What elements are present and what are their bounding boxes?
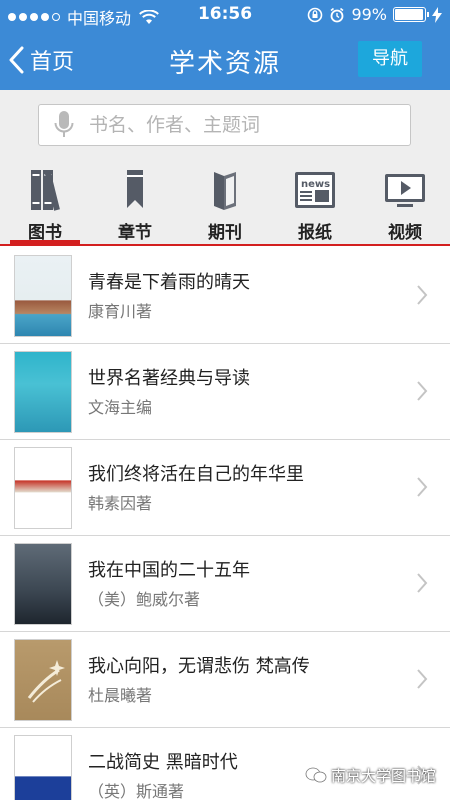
search-box[interactable] xyxy=(38,104,411,146)
tab-newspapers[interactable]: news 报纸 xyxy=(270,166,360,244)
tab-videos[interactable]: 视频 xyxy=(360,166,450,244)
book-title: 青春是下着雨的晴天 xyxy=(88,272,250,293)
book-list-item[interactable]: 我们终将活在自己的年华里 韩素因著 xyxy=(0,440,450,536)
chevron-right-icon xyxy=(417,669,428,689)
active-tab-indicator xyxy=(10,240,80,244)
newspaper-icon: news xyxy=(295,172,335,208)
book-author: 文海主编 xyxy=(88,398,153,417)
book-cover-image xyxy=(14,351,72,433)
rotation-lock-icon xyxy=(308,7,323,22)
tab-label: 章节 xyxy=(118,223,152,243)
navigation-bar: 首页 学术资源 导航 xyxy=(0,30,450,90)
battery-percent: 99% xyxy=(351,5,387,24)
book-title: 二战简史 黑暗时代 xyxy=(88,752,238,773)
chevron-right-icon xyxy=(417,285,428,305)
book-cover-image xyxy=(14,255,72,337)
charging-icon xyxy=(432,6,442,23)
book-author: 韩素因著 xyxy=(88,494,153,513)
chevron-right-icon xyxy=(417,477,428,497)
book-list-item[interactable]: 世界名著经典与导读 文海主编 xyxy=(0,344,450,440)
battery-icon xyxy=(393,7,429,22)
book-title: 我在中国的二十五年 xyxy=(88,560,250,581)
tab-chapters[interactable]: 章节 xyxy=(90,166,180,244)
book-author: （美）鲍威尔著 xyxy=(88,590,201,609)
book-author: 康育川著 xyxy=(88,302,153,321)
book-list-item[interactable]: 我心向阳，无谓悲伤 梵高传 杜晨曦著 xyxy=(0,632,450,728)
chevron-right-icon xyxy=(417,381,428,401)
search-bar-container xyxy=(0,90,450,158)
sparkle-emblem-icon xyxy=(27,660,65,703)
alarm-icon xyxy=(330,7,344,22)
watermark: 南京大学图书馆 xyxy=(305,760,436,790)
book-title: 我们终将活在自己的年华里 xyxy=(88,464,304,485)
search-input[interactable] xyxy=(89,114,389,136)
tab-label: 视频 xyxy=(388,223,422,243)
chat-bubble-icon xyxy=(305,767,327,783)
book-author: 杜晨曦著 xyxy=(88,686,153,705)
video-icon xyxy=(385,174,425,207)
tab-journals[interactable]: 期刊 xyxy=(180,166,270,244)
tab-label: 报纸 xyxy=(298,223,332,243)
svg-text:news: news xyxy=(301,179,330,190)
book-list: 青春是下着雨的晴天 康育川著 世界名著经典与导读 文海主编 我们终将活在自己的年… xyxy=(0,248,450,800)
book-list-item[interactable]: 我在中国的二十五年 （美）鲍威尔著 xyxy=(0,536,450,632)
book-cover-image xyxy=(14,447,72,529)
books-icon xyxy=(31,170,60,211)
book-cover-image xyxy=(14,735,72,800)
microphone-icon[interactable] xyxy=(53,110,75,140)
book-cover-image xyxy=(14,639,72,721)
bookmark-icon xyxy=(127,170,143,208)
tab-books[interactable]: 图书 xyxy=(0,166,90,244)
book-title: 世界名著经典与导读 xyxy=(88,368,250,389)
chevron-right-icon xyxy=(417,573,428,593)
journal-icon xyxy=(214,172,236,210)
book-author: （英）斯通著 xyxy=(88,782,185,800)
watermark-text: 南京大学图书馆 xyxy=(330,766,436,785)
tab-label: 期刊 xyxy=(208,223,242,243)
category-tabs: 图书 章节 期刊 news 报纸 视频 xyxy=(0,158,450,246)
book-list-item[interactable]: 青春是下着雨的晴天 康育川著 xyxy=(0,248,450,344)
status-bar: 中国移动 16:56 99% xyxy=(0,0,450,30)
book-title: 我心向阳，无谓悲伤 梵高传 xyxy=(88,656,310,677)
book-cover-image xyxy=(14,543,72,625)
navigation-menu-button[interactable]: 导航 xyxy=(358,41,422,77)
